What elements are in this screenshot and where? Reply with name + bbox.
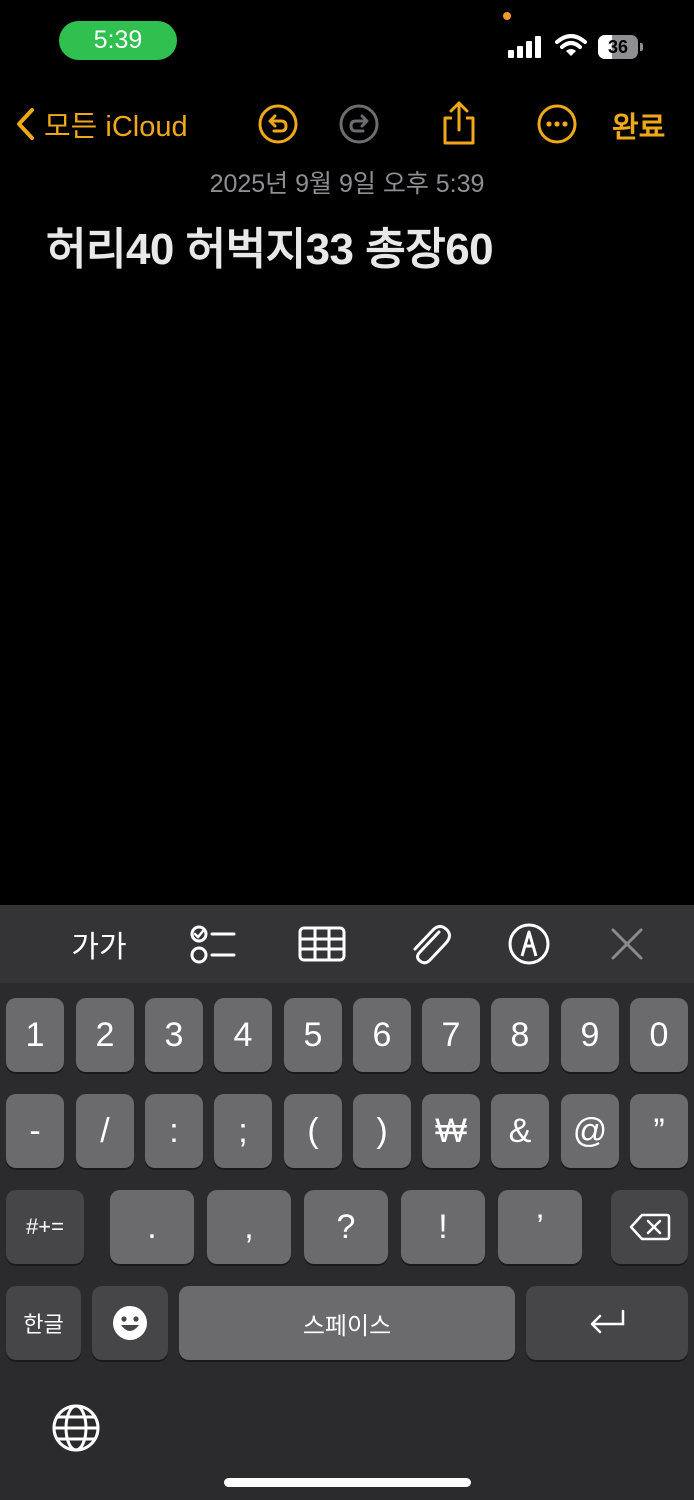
- close-icon[interactable]: [602, 920, 652, 968]
- key-7[interactable]: 7: [422, 998, 480, 1072]
- key-exclamation[interactable]: !: [401, 1190, 485, 1264]
- cellular-signal-icon: [508, 36, 544, 58]
- home-indicator: [224, 1478, 471, 1487]
- note-body-text[interactable]: 허리40 허벅지33 총장60: [46, 213, 494, 277]
- emoji-icon: [113, 1306, 147, 1340]
- space-key[interactable]: 스페이스: [179, 1286, 515, 1360]
- key-comma[interactable]: ,: [207, 1190, 291, 1264]
- checklist-icon[interactable]: [188, 920, 238, 968]
- note-date: 2025년 9월 9일 오후 5:39: [209, 170, 485, 198]
- back-button-label: 모든 iCloud: [44, 111, 188, 143]
- key-apostrophe[interactable]: ’: [498, 1190, 582, 1264]
- text-format-button[interactable]: 가가: [68, 920, 130, 968]
- undo-icon[interactable]: [257, 103, 299, 145]
- markup-icon[interactable]: [504, 920, 554, 968]
- done-button[interactable]: 완료: [612, 104, 665, 146]
- more-icon[interactable]: [536, 103, 578, 145]
- delete-key[interactable]: [611, 1190, 688, 1264]
- key-1[interactable]: 1: [6, 998, 64, 1072]
- key-close-paren[interactable]: ): [353, 1094, 411, 1168]
- table-icon[interactable]: [297, 920, 347, 968]
- key-open-paren[interactable]: (: [284, 1094, 342, 1168]
- key-5[interactable]: 5: [284, 998, 342, 1072]
- key-9[interactable]: 9: [561, 998, 619, 1072]
- key-question[interactable]: ?: [304, 1190, 388, 1264]
- redo-icon[interactable]: [338, 103, 380, 145]
- key-ampersand[interactable]: &: [491, 1094, 549, 1168]
- back-button[interactable]: 모든 iCloud: [14, 104, 188, 144]
- key-4[interactable]: 4: [214, 998, 272, 1072]
- key-slash[interactable]: /: [76, 1094, 134, 1168]
- key-2[interactable]: 2: [76, 998, 134, 1072]
- key-semicolon[interactable]: ;: [214, 1094, 272, 1168]
- status-time[interactable]: 5:39: [59, 21, 177, 60]
- key-3[interactable]: 3: [145, 998, 203, 1072]
- privacy-indicator-dot: [503, 12, 511, 20]
- key-colon[interactable]: :: [145, 1094, 203, 1168]
- share-icon[interactable]: [437, 100, 481, 146]
- delete-icon: [629, 1213, 670, 1241]
- key-won[interactable]: ₩: [422, 1094, 480, 1168]
- battery-indicator: 36: [598, 35, 644, 59]
- key-at[interactable]: @: [561, 1094, 619, 1168]
- return-key[interactable]: [526, 1286, 688, 1360]
- globe-icon[interactable]: [51, 1403, 101, 1453]
- key-quote[interactable]: ”: [630, 1094, 688, 1168]
- return-icon: [590, 1309, 625, 1334]
- chevron-left-icon: [17, 108, 34, 140]
- wifi-icon: [555, 34, 587, 56]
- key-language-korean[interactable]: 한글: [6, 1286, 81, 1360]
- battery-level-text: 36: [607, 37, 629, 57]
- key-hyphen[interactable]: -: [6, 1094, 64, 1168]
- key-8[interactable]: 8: [491, 998, 549, 1072]
- text-format-label: 가가: [71, 931, 127, 964]
- key-0[interactable]: 0: [630, 998, 688, 1072]
- attachment-icon[interactable]: [403, 920, 453, 968]
- key-symbols-shift[interactable]: #+=: [6, 1190, 84, 1264]
- emoji-key[interactable]: [92, 1286, 168, 1360]
- key-period[interactable]: .: [110, 1190, 194, 1264]
- key-6[interactable]: 6: [353, 998, 411, 1072]
